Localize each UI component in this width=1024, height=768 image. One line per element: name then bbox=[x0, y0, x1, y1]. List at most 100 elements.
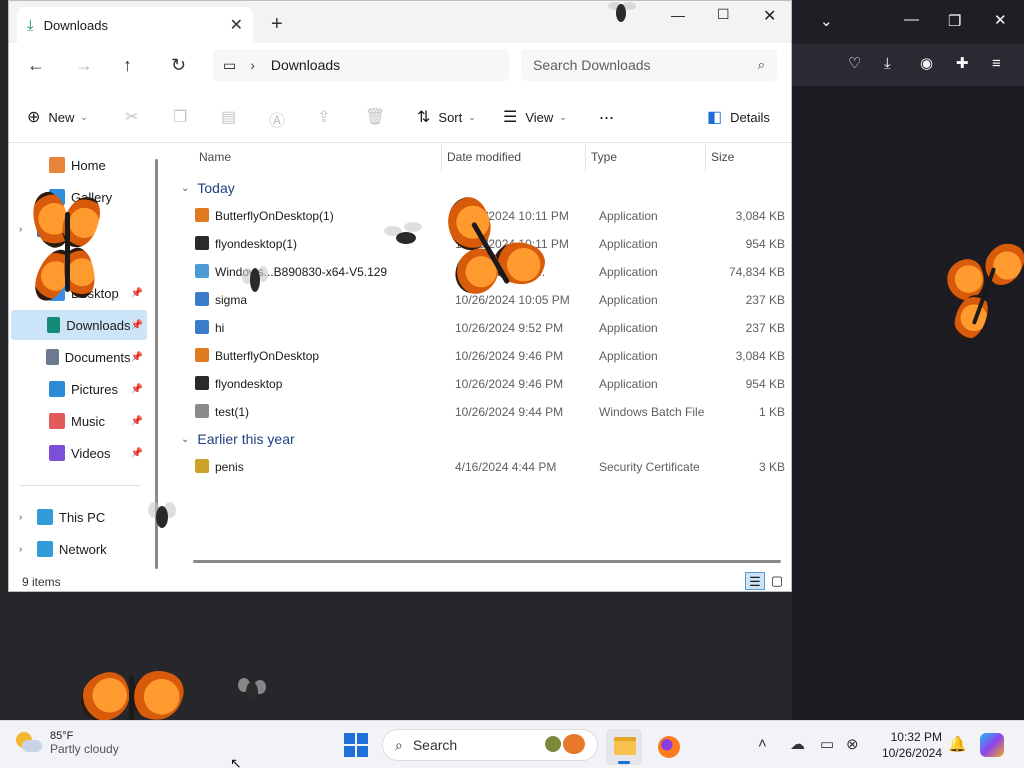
search-input[interactable] bbox=[533, 57, 758, 73]
column-divider[interactable] bbox=[585, 144, 586, 172]
chevron-up-icon[interactable]: ˄ bbox=[758, 735, 767, 752]
account-icon[interactable]: ◉ bbox=[920, 56, 933, 71]
chevron-down-icon[interactable]: ⌄ bbox=[181, 183, 189, 194]
start-button[interactable] bbox=[344, 733, 368, 757]
group-header-today[interactable]: ⌄ Today bbox=[181, 180, 235, 196]
copy-icon[interactable]: ❐ bbox=[173, 107, 187, 127]
display-icon[interactable]: ▭ bbox=[820, 735, 834, 753]
app-icon bbox=[195, 292, 209, 306]
group-header-earlier[interactable]: ⌄ Earlier this year bbox=[181, 431, 295, 447]
close-icon[interactable]: ✕ bbox=[763, 6, 776, 26]
tab-downloads[interactable]: ⤓ Downloads ✕ bbox=[17, 7, 253, 43]
chevron-down-icon[interactable]: ⌄ bbox=[820, 14, 833, 29]
cloud-offline-icon[interactable]: ☁ bbox=[790, 735, 805, 753]
sidebar-item-this-pc[interactable]: › This PC bbox=[11, 502, 147, 532]
file-size: 237 KB bbox=[745, 293, 785, 307]
breadcrumb[interactable]: Downloads bbox=[271, 57, 340, 73]
chevron-right-icon[interactable]: › bbox=[19, 512, 33, 523]
chevron-right-icon[interactable]: › bbox=[19, 224, 33, 235]
weather-condition: Partly cloudy bbox=[50, 742, 119, 756]
file-explorer-window: ⤓ Downloads ✕ + — ☐ ✕ ← → ↑ ↻ ▭ › Downlo… bbox=[8, 0, 792, 592]
chevron-right-icon[interactable]: › bbox=[250, 57, 255, 73]
menu-icon[interactable]: ≡ bbox=[992, 56, 1001, 71]
copilot-icon[interactable] bbox=[980, 733, 1004, 757]
pocket-icon[interactable]: ♡ bbox=[848, 56, 861, 71]
sidebar-item-music[interactable]: Music 📌 bbox=[11, 406, 147, 436]
view-label: View bbox=[525, 109, 554, 125]
file-type: Application bbox=[599, 293, 658, 307]
file-row[interactable]: flyondesktop 10/26/2024 9:46 PM Applicatio… bbox=[167, 370, 791, 398]
sidebar-item-home[interactable]: Home bbox=[11, 150, 147, 180]
rename-icon[interactable]: Ⓐ bbox=[269, 107, 285, 131]
notification-bell-icon[interactable]: 🔔 bbox=[948, 735, 967, 753]
minimize-icon[interactable]: — bbox=[671, 7, 685, 23]
sidebar-item-pictures[interactable]: Pictures 📌 bbox=[11, 374, 147, 404]
file-row[interactable]: ButterflyOnDesktop 10/26/2024 9:46 PM Appl… bbox=[167, 342, 791, 370]
details-view-icon[interactable]: ☰ bbox=[745, 572, 765, 590]
folder-icon bbox=[46, 317, 61, 333]
file-size: 74,834 KB bbox=[728, 265, 785, 279]
sidebar-item-network[interactable]: › Network bbox=[11, 534, 147, 564]
taskbar-file-explorer[interactable] bbox=[606, 729, 642, 765]
sidebar-item-videos[interactable]: Videos 📌 bbox=[11, 438, 147, 468]
folder-icon bbox=[37, 541, 53, 557]
tab-close-icon[interactable]: ✕ bbox=[230, 15, 243, 35]
clock[interactable]: 10:32 PM 10/26/2024 bbox=[872, 729, 942, 761]
cut-icon[interactable]: ✂ bbox=[125, 107, 138, 127]
butterfly-icon bbox=[195, 208, 209, 222]
refresh-icon[interactable]: ↻ bbox=[171, 55, 186, 76]
forward-icon[interactable]: → bbox=[75, 55, 93, 76]
paste-icon[interactable]: ▤ bbox=[221, 107, 236, 127]
new-button[interactable]: ⊕ New ⌄ bbox=[27, 107, 88, 127]
file-type: Application bbox=[599, 349, 658, 363]
share-icon[interactable]: ⇪ bbox=[317, 107, 330, 127]
horizontal-scrollbar[interactable] bbox=[193, 560, 781, 563]
butterfly-icon bbox=[195, 348, 209, 362]
download-icon[interactable]: ⤓ bbox=[884, 56, 891, 71]
chevron-down-icon: ⌄ bbox=[468, 111, 476, 122]
delete-icon[interactable]: 🗑 bbox=[365, 107, 385, 127]
column-divider[interactable] bbox=[705, 144, 706, 172]
view-button[interactable]: ☰ View ⌄ bbox=[503, 107, 567, 127]
column-header-size[interactable]: Size bbox=[711, 150, 734, 164]
search-box[interactable]: ⌕ bbox=[521, 49, 777, 81]
sidebar-item-label: Network bbox=[59, 541, 107, 557]
maximize-icon[interactable]: ☐ bbox=[717, 6, 730, 23]
chevron-down-icon[interactable]: ⌄ bbox=[181, 434, 189, 445]
column-header-date[interactable]: Date modified bbox=[447, 150, 521, 164]
column-header-name[interactable]: Name bbox=[199, 150, 231, 164]
file-row[interactable]: test(1) 10/26/2024 9:44 PM Windows Batch F… bbox=[167, 398, 791, 426]
file-row[interactable]: hi 10/26/2024 9:52 PM Application 237 KB bbox=[167, 314, 791, 342]
firefox-content bbox=[792, 86, 1024, 720]
butterfly-decoration bbox=[438, 191, 550, 298]
address-bar[interactable]: ▭ › Downloads bbox=[213, 49, 509, 81]
minimize-icon[interactable]: — bbox=[904, 12, 919, 27]
up-icon[interactable]: ↑ bbox=[123, 55, 132, 76]
restore-icon[interactable]: ❐ bbox=[948, 14, 961, 29]
file-size: 3,084 KB bbox=[735, 349, 785, 363]
sidebar-item-label: Videos bbox=[71, 445, 111, 461]
installer-icon bbox=[195, 264, 209, 278]
chevron-right-icon[interactable]: › bbox=[19, 544, 33, 555]
new-label: New bbox=[48, 109, 75, 125]
extensions-icon[interactable]: ✚ bbox=[956, 56, 969, 71]
more-label: ... bbox=[599, 103, 615, 123]
details-button[interactable]: ◧ Details bbox=[707, 107, 770, 127]
taskbar-search[interactable]: ⌕ Search bbox=[382, 729, 598, 761]
new-tab-icon[interactable]: + bbox=[271, 13, 283, 36]
more-options-button[interactable]: ... bbox=[599, 103, 614, 124]
file-name: flyondesktop(1) bbox=[215, 237, 298, 251]
sidebar-item-documents[interactable]: Documents 📌 bbox=[11, 342, 147, 372]
close-icon[interactable]: ✕ bbox=[994, 13, 1007, 28]
column-divider[interactable] bbox=[441, 144, 442, 172]
weather-widget[interactable]: 85°F Partly cloudy bbox=[16, 730, 119, 756]
file-row[interactable]: penis 4/16/2024 4:44 PM Security Certifica… bbox=[167, 453, 791, 481]
column-header-type[interactable]: Type bbox=[591, 150, 617, 164]
network-icon[interactable]: ⊗ bbox=[846, 735, 859, 753]
mouse-cursor-icon: ↖ bbox=[230, 755, 242, 768]
sidebar-item-downloads[interactable]: Downloads 📌 bbox=[11, 310, 147, 340]
back-icon[interactable]: ← bbox=[27, 55, 45, 76]
taskbar-firefox[interactable] bbox=[650, 729, 686, 765]
sort-button[interactable]: ⇅ Sort ⌄ bbox=[417, 107, 476, 127]
tiles-view-icon[interactable]: ▢ bbox=[767, 572, 787, 590]
